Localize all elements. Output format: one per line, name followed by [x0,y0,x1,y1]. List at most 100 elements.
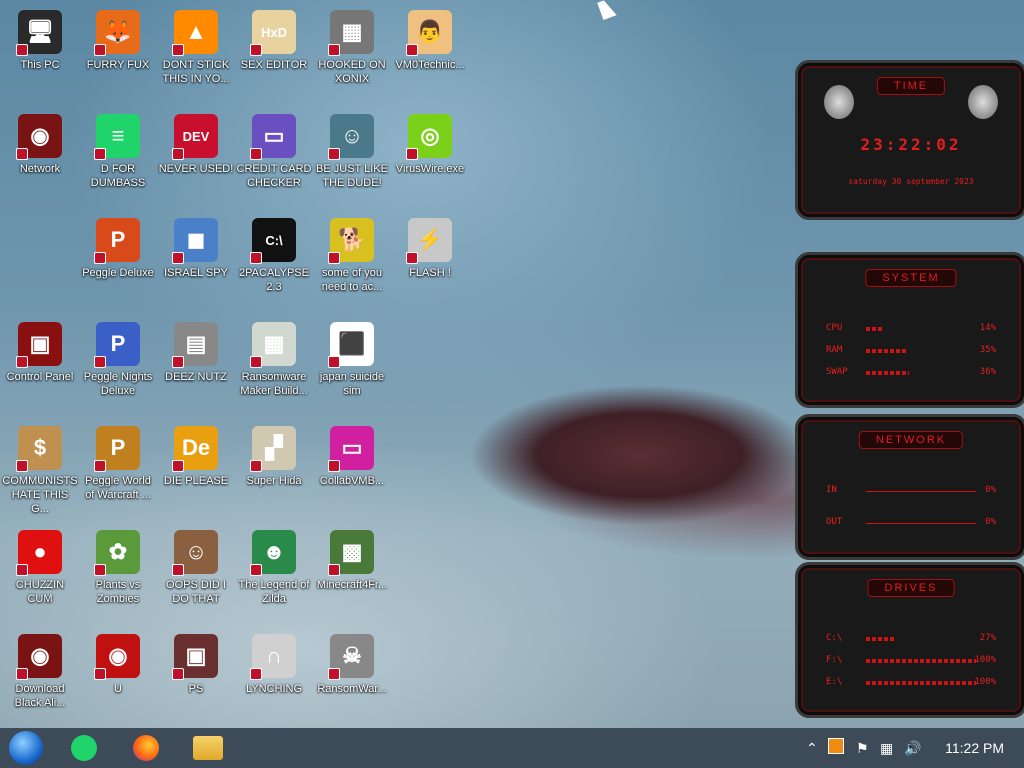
desktop-icon[interactable]: ▤ DEEZ NUTZ [158,316,234,416]
network-row-out: OUT 0% [826,517,996,527]
desktop-icon[interactable]: $ COMMUNISTS HATE THIS G... [2,420,78,520]
desktop-icon[interactable]: ▦ HOOKED ON XONIX [314,4,390,104]
desktop-icon-image: ☠ [328,634,374,680]
desktop-icon-label: Peggle Nights Deluxe [83,371,153,397]
network-icon[interactable]: ▦ [880,740,893,757]
taskbar-firefox[interactable] [126,732,166,764]
desktop-icon-image: HxD [250,10,296,56]
shortcut-badge-icon [250,252,262,264]
shortcut-badge-icon [250,668,262,680]
desktop-icon[interactable]: P Peggle Deluxe [80,212,156,312]
desktop-icon[interactable]: 🖥 This PC [2,4,78,104]
desktop-icon[interactable]: ▲ DONT STICK THIS IN YO... [158,4,234,104]
taskbar-app-green[interactable] [64,732,104,764]
desktop-icon-image: ✿ [94,530,140,576]
desktop-icon[interactable]: ∩ LYNCHING [236,628,312,728]
chevron-up-icon[interactable]: ⌃ [806,740,818,757]
ram-usage-bar [866,349,908,353]
desktop-icon-image: De [172,426,218,472]
shortcut-badge-icon [328,460,340,472]
desktop-icon[interactable]: ▞ Super Hida [236,420,312,520]
shortcut-badge-icon [16,668,28,680]
shortcut-badge-icon [172,356,184,368]
desktop-icon[interactable]: ▩ Minecraft4Fr... [314,524,390,624]
desktop-icon[interactable]: ▭ CREDIT CARD CHECKER [236,108,312,208]
cpu-usage-bar [866,327,883,331]
time-widget-clock: 23:22:02 [860,135,962,154]
desktop-icon-label: OOPS DID I DO THAT [166,579,226,605]
shortcut-badge-icon [172,460,184,472]
desktop-icon[interactable]: De DIE PLEASE [158,420,234,520]
desktop-icon[interactable]: 🐕 some of you need to ac... [314,212,390,312]
start-button[interactable] [6,731,46,765]
desktop-icon[interactable]: DEV NEVER USED! [158,108,234,208]
drive-e-usage-bar [866,681,976,685]
desktop-icon[interactable]: ◉ Download Black Ali... [2,628,78,728]
desktop-icon-image: ◉ [94,634,140,680]
network-row-value: 0% [985,485,996,495]
desktop-icon[interactable]: ☠ RansomWar... [314,628,390,728]
shortcut-badge-icon [16,460,28,472]
desktop-icon[interactable]: ◉ Network [2,108,78,208]
desktop-icon-label: CHUZZIN CUM [15,579,65,605]
time-widget-title: TIME [876,77,946,95]
desktop-icon[interactable]: ▣ Control Panel [2,316,78,416]
alien-logo-icon [824,85,854,119]
desktop-icon[interactable]: P Peggle Nights Deluxe [80,316,156,416]
shortcut-badge-icon [250,44,262,56]
desktop-icon-label: japan suicide sim [319,371,385,397]
desktop-icon-label: NEVER USED! [158,163,234,175]
taskbar-file-explorer[interactable] [188,732,228,764]
desktop-icon-image: ▞ [250,426,296,472]
desktop-icon-label: COMMUNISTS HATE THIS G... [2,475,78,515]
flag-icon[interactable]: ⚑ [856,740,869,757]
desktop-icon-label: DIE PLEASE [163,475,229,487]
desktop-icon-image: ▣ [16,322,62,368]
desktop-icon[interactable]: P Peggle World of Warcraft ... [80,420,156,520]
desktop-icon-image: ◉ [16,634,62,680]
desktop-icon-label: ISRAEL SPY [164,267,228,279]
desktop-icon[interactable]: ✿ Plants vs Zombies [80,524,156,624]
desktop-icon[interactable]: ◉ U [80,628,156,728]
shortcut-badge-icon [172,564,184,576]
notification-app-icon[interactable] [828,738,844,754]
desktop-icon[interactable]: ◼ ISRAEL SPY [158,212,234,312]
desktop-icon[interactable]: ☻ The Legend of Zilda [236,524,312,624]
desktop-icon[interactable]: C:\ 2PACALYPSE 2.3 [236,212,312,312]
shortcut-badge-icon [328,148,340,160]
desktop-icon[interactable]: HxD SEX EDITOR [236,4,312,104]
desktop-icon-label: SEX EDITOR [240,59,308,71]
desktop-icon-label: Minecraft4Fr... [316,579,388,591]
shortcut-badge-icon [328,564,340,576]
desktop-icon[interactable]: ⬛ japan suicide sim [314,316,390,416]
system-row-label: SWAP [826,367,848,377]
system-row-value: 36% [979,367,996,377]
network-row-label: OUT [826,517,843,527]
swap-usage-bar [866,371,910,375]
desktop-icon[interactable]: 🦊 FURRY FUX [80,4,156,104]
desktop-icon-label: FLASH ! [409,267,451,279]
desktop-icon[interactable]: 👨 VM0Technic... [392,4,468,104]
desktop-icon-image: 👨 [406,10,452,56]
desktop-icon[interactable]: ▭ CollabVMB... [314,420,390,520]
desktop-icon-label: LYNCHING [245,683,303,695]
desktop-icon[interactable]: ☺ BE JUST LIKE THE DUDE! [314,108,390,208]
volume-icon[interactable]: 🔊 [904,740,921,757]
desktop-icon[interactable]: ▣ PS [158,628,234,728]
desktop-icon[interactable]: ☺ OOPS DID I DO THAT [158,524,234,624]
desktop-icon[interactable]: ◎ VirusWire.exe [392,108,468,208]
desktop-icon-label: Plants vs Zombies [95,579,141,605]
desktop-icon[interactable]: ⚡ FLASH ! [392,212,468,312]
desktop-icon-image: ▦ [250,322,296,368]
desktop-icon[interactable]: ● CHUZZIN CUM [2,524,78,624]
desktop-icon-label: RansomWar... [317,683,387,695]
desktop-icon-image: ☺ [328,114,374,160]
desktop-icon[interactable]: ≡ D FOR DUMBASS [80,108,156,208]
taskbar-clock[interactable]: 11:22 PM [945,740,1004,756]
network-widget-title: NETWORK [858,431,964,449]
shortcut-badge-icon [328,356,340,368]
alien-logo-icon [968,85,998,119]
desktop-icon[interactable]: ▦ Ransomware Maker Build... [236,316,312,416]
desktop-icon-label: The Legend of Zilda [238,579,310,605]
desktop-icon-label: VirusWire.exe [395,163,465,175]
